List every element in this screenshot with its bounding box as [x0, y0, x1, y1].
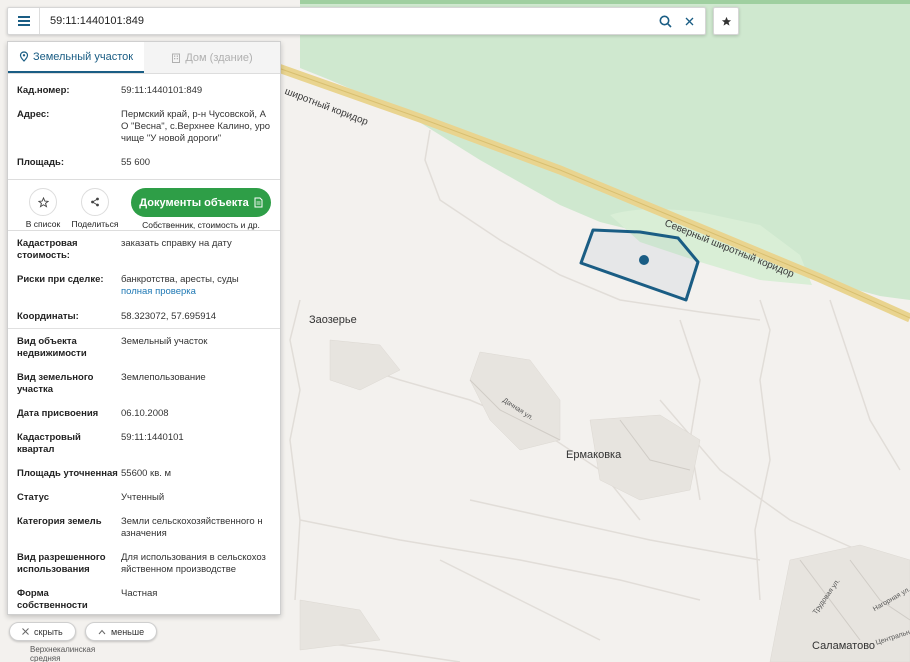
label-line: стоимость:: [17, 250, 70, 261]
panel-tabs: Земельный участок Дом (здание): [8, 42, 280, 74]
map-label-verkhnekalinskaya-1: Верхнекалинская: [30, 645, 96, 654]
clear-button[interactable]: [677, 8, 701, 34]
label-cadastral-number: Кад.номер:: [17, 85, 70, 96]
value-area: 55 600: [121, 157, 151, 168]
row-cadastral-value: Кадастровая стоимость: заказать справку …: [8, 238, 280, 274]
row-plot-type: Вид земельного участка Землепользование: [8, 372, 280, 408]
row-risks: Риски при сделке: банкротства, аресты, с…: [8, 274, 280, 311]
documents-block: Документы объекта Собственник, стоимость…: [131, 188, 271, 230]
parcel-marker: [639, 255, 649, 265]
value-ownership-form: Частная: [121, 588, 158, 599]
search-input[interactable]: [40, 8, 653, 34]
value-coordinates: 58.323072, 57.695914: [121, 311, 217, 322]
row-specified-area: Площадь уточненная 55600 кв. м: [8, 468, 280, 492]
map-label-verkhnekalinskaya-2: средняя: [30, 654, 61, 662]
share-button[interactable]: [81, 188, 109, 216]
share-action[interactable]: Поделиться: [69, 188, 121, 229]
label-specified-area: Площадь уточненная: [17, 468, 118, 479]
map-pin-icon: [19, 51, 29, 62]
hamburger-icon: [17, 16, 30, 26]
label-coordinates: Координаты:: [17, 311, 79, 322]
tab-land-plot[interactable]: Земельный участок: [8, 42, 144, 73]
favorites-button[interactable]: [713, 7, 739, 35]
action-bar: В список Поделиться Документы объекта Со…: [8, 180, 280, 230]
address-line: чище "У новой дороги": [121, 133, 222, 144]
search-icon: [659, 15, 672, 28]
value-risks: банкротства, аресты, суды полная проверк…: [121, 274, 271, 311]
star-icon: [721, 16, 731, 26]
value-status: Учтенный: [121, 492, 165, 503]
value-assignment-date: 06.10.2008: [121, 408, 169, 419]
address-line: О "Весна", с.Верхнее Калино, уро: [121, 121, 271, 132]
share-icon: [91, 197, 99, 207]
hide-panel-label: скрыть: [34, 626, 63, 637]
map-label-zaozerye: Заозерье: [309, 314, 357, 326]
map-label-ermakovka: Ермаковка: [566, 449, 622, 461]
documents-button-label: Документы объекта: [139, 196, 249, 209]
search-button[interactable]: [653, 8, 677, 34]
row-address: Адрес: Пермский край, р-н Чусовской, А О…: [8, 109, 280, 157]
add-to-list-caption: В список: [25, 219, 61, 229]
value-plot-type: Землепользование: [121, 372, 206, 383]
add-to-list-button[interactable]: [29, 188, 57, 216]
row-status: Статус Учтенный: [8, 492, 280, 516]
star-outline-icon: [37, 196, 49, 208]
label-ownership-form: Форма собственности: [17, 588, 88, 611]
document-icon: [254, 197, 263, 208]
close-icon: [22, 628, 29, 635]
value-specified-area: 55600 кв. м: [121, 468, 172, 479]
tab-building-label: Дом (здание): [185, 51, 253, 64]
label-object-type: Вид объекта недвижимости: [17, 336, 87, 359]
row-assignment-date: Дата присвоения 06.10.2008: [8, 408, 280, 432]
order-certificate-link[interactable]: заказать справку на дату: [121, 238, 271, 274]
label-line: Кадастровая: [17, 238, 78, 249]
info-panel: Земельный участок Дом (здание) Кад.номер…: [7, 41, 281, 615]
row-land-category: Категория земель Земли сельскохозяйствен…: [8, 516, 280, 552]
row-permitted-use: Вид разрешенного использования Для исполь…: [8, 552, 280, 588]
label-address: Адрес:: [17, 109, 50, 120]
label-permitted-use: Вид разрешенного использования: [17, 552, 106, 575]
close-icon: [685, 17, 693, 25]
label-risks: Риски при сделке:: [17, 274, 104, 285]
value-cadastral-quarter: 59:11:1440101: [121, 432, 184, 443]
documents-caption: Собственник, стоимость и др.: [142, 220, 260, 230]
label-assignment-date: Дата присвоения: [17, 408, 99, 419]
label-land-category: Категория земель: [17, 516, 102, 527]
chevron-up-icon: [98, 629, 106, 634]
address-line: Пермский край, р-н Чусовской, А: [121, 109, 267, 120]
add-to-list-action[interactable]: В список: [17, 188, 69, 229]
value-land-category: Земли сельскохозяйственного н азначения: [121, 516, 263, 539]
value-object-type: Земельный участок: [121, 336, 208, 347]
label-cadastral-quarter: Кадастровый квартал: [17, 432, 81, 455]
menu-button[interactable]: [8, 8, 40, 34]
value-permitted-use: Для использования в сельскохоз яйственном…: [121, 552, 266, 575]
row-cadastral-number: Кад.номер: 59:11:1440101:849: [8, 85, 280, 109]
risks-text: банкротства, аресты, суды: [121, 274, 239, 285]
label-status: Статус: [17, 492, 50, 503]
collapse-panel-label: меньше: [111, 626, 145, 637]
row-object-type: Вид объекта недвижимости Земельный участо…: [8, 336, 280, 372]
row-cadastral-quarter: Кадастровый квартал 59:11:1440101: [8, 432, 280, 468]
value-cadastral-number[interactable]: 59:11:1440101:849: [121, 85, 271, 109]
row-ownership-form: Форма собственности Частная: [8, 588, 280, 614]
row-coordinates: Координаты: 58.323072, 57.695914: [8, 311, 280, 328]
collapse-panel-button[interactable]: меньше: [85, 622, 158, 641]
label-plot-type: Вид земельного участка: [17, 372, 94, 395]
tab-building[interactable]: Дом (здание): [144, 42, 280, 73]
search-bar: [7, 7, 706, 35]
label-cadastral-value: Кадастровая стоимость:: [17, 238, 121, 274]
share-caption: Поделиться: [71, 219, 119, 229]
map-label-salamatovo: Саламатово: [812, 640, 876, 652]
building-icon: [172, 53, 181, 63]
label-area: Площадь:: [17, 157, 64, 168]
tab-land-plot-label: Земельный участок: [32, 50, 134, 63]
row-area: Площадь: 55 600: [8, 157, 280, 179]
value-address: Пермский край, р-н Чусовской, А О "Весна…: [121, 109, 271, 157]
documents-button[interactable]: Документы объекта: [131, 188, 271, 217]
hide-panel-button[interactable]: скрыть: [9, 622, 76, 641]
full-check-link[interactable]: полная проверка: [121, 286, 271, 298]
